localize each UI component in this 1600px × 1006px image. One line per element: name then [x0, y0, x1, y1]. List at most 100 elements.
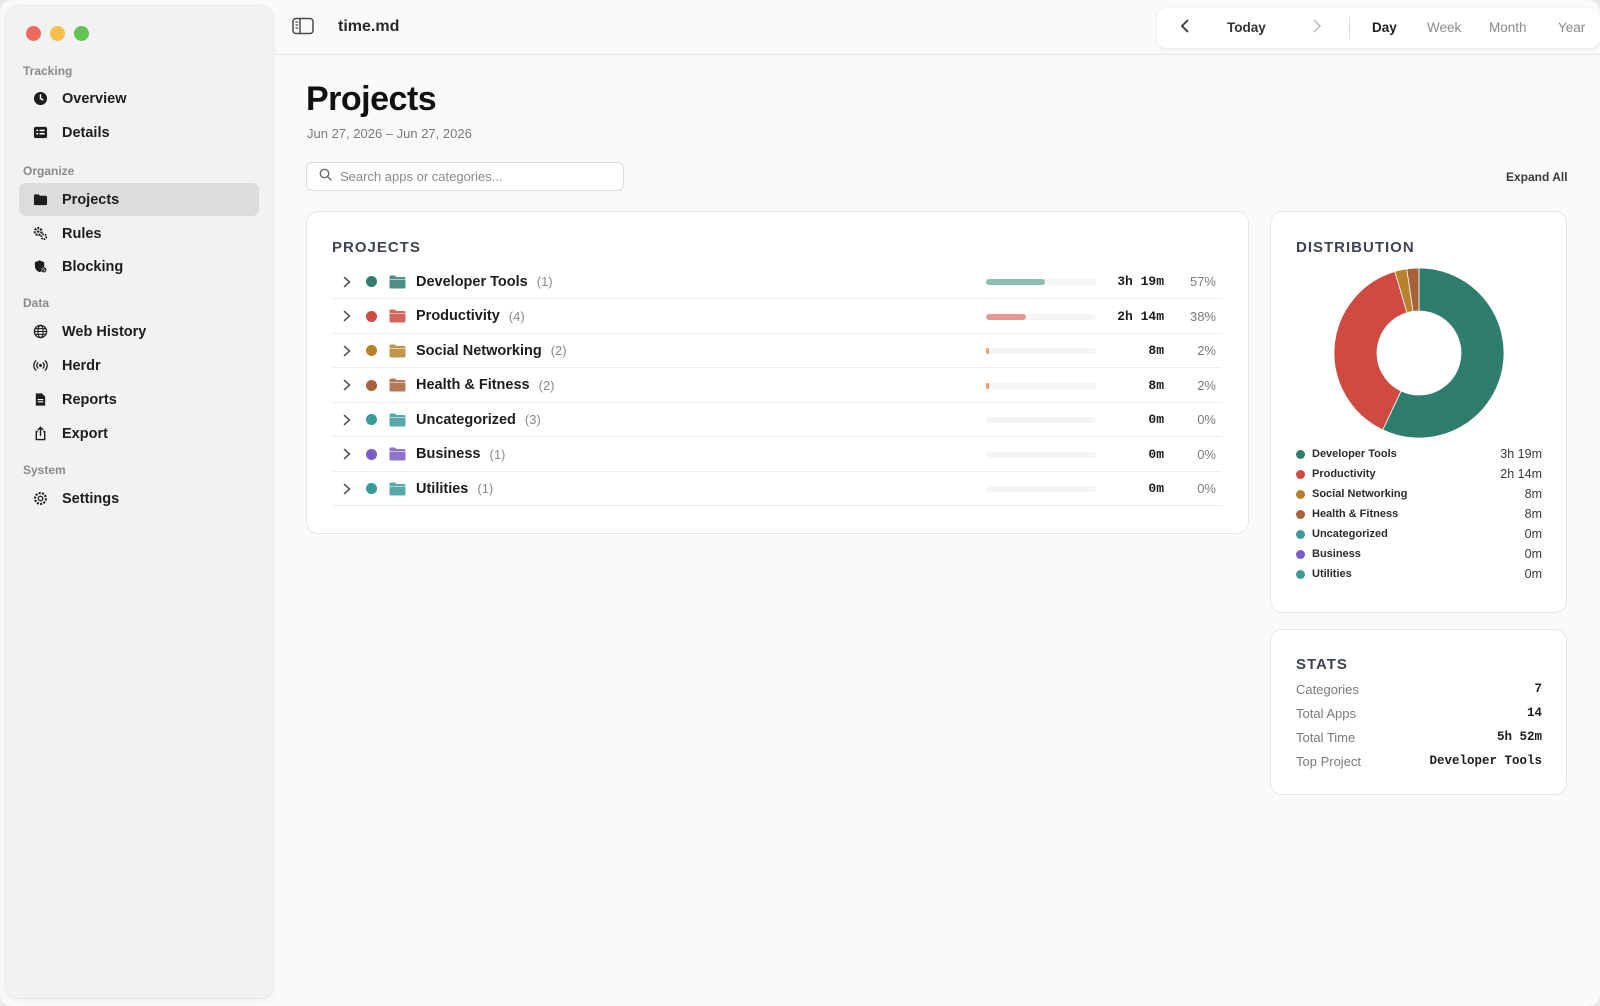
project-duration: 0m	[1148, 446, 1164, 462]
project-color-dot	[366, 379, 377, 391]
section-label-tracking: Tracking	[23, 64, 73, 78]
project-row[interactable]: Social Networking (2) 8m 2%	[332, 334, 1222, 368]
sidebar-item-overview[interactable]: Overview	[19, 82, 259, 115]
distribution-card: DISTRIBUTION Developer Tools 3h 19m Produc…	[1270, 211, 1567, 613]
period-selector: Today Day Week Month Year	[1157, 8, 1600, 48]
sidebar-item-settings[interactable]: Settings	[19, 482, 259, 515]
sidebar-item-projects[interactable]: Projects	[19, 183, 259, 216]
chevron-right-icon[interactable]	[338, 448, 356, 460]
chevron-right-icon[interactable]	[338, 414, 356, 426]
sidebar-item-label: Rules	[62, 225, 102, 242]
project-percent: 38%	[1189, 308, 1216, 324]
legend-label: Social Networking	[1312, 488, 1408, 500]
sidebar-item-reports[interactable]: Reports	[19, 383, 259, 416]
minimize-window-button[interactable]	[50, 26, 65, 41]
legend-label: Productivity	[1312, 468, 1376, 480]
sidebar-item-label: Herdr	[62, 357, 101, 374]
stat-row-top-project: Top Project Developer Tools	[1296, 754, 1542, 774]
project-share-bar-fill	[986, 279, 1045, 285]
chevron-right-icon[interactable]	[338, 276, 356, 288]
sidebar-toggle-button[interactable]	[288, 16, 318, 40]
chevron-right-icon[interactable]	[338, 483, 356, 495]
project-percent: 57%	[1189, 274, 1216, 289]
next-period-button[interactable]	[1307, 18, 1327, 38]
project-duration: 8m	[1148, 343, 1164, 358]
project-name: Productivity	[416, 308, 500, 324]
project-duration: 0m	[1148, 412, 1164, 427]
sidebar-item-herdr[interactable]: Herdr	[19, 349, 259, 382]
project-share-bar-fill	[986, 382, 989, 389]
legend-value: 3h 19m	[1500, 447, 1542, 461]
previous-period-button[interactable]	[1175, 18, 1195, 38]
chevron-left-icon	[1180, 19, 1190, 38]
section-label-data: Data	[23, 296, 50, 310]
close-window-button[interactable]	[26, 26, 41, 41]
sidebar-item-label: Blocking	[62, 258, 124, 275]
project-row[interactable]: Uncategorized (3) 0m 0%	[332, 403, 1222, 437]
project-share-bar	[986, 451, 1096, 458]
legend-color-dot	[1296, 489, 1305, 499]
segment-day[interactable]: Day	[1372, 20, 1397, 35]
segment-year[interactable]: Year	[1558, 20, 1585, 35]
project-color-dot	[366, 448, 377, 460]
project-percent: 0%	[1197, 412, 1216, 427]
stat-row-total-apps: Total Apps 14	[1296, 706, 1542, 726]
project-row[interactable]: Health & Fitness (2) 8m 2%	[332, 369, 1222, 403]
share-icon	[31, 425, 49, 443]
sidebar-item-label: Web History	[62, 323, 147, 340]
search-icon	[319, 168, 332, 186]
legend-value: 0m	[1524, 547, 1542, 561]
legend-label: Business	[1312, 548, 1361, 560]
chevron-right-icon[interactable]	[338, 345, 356, 357]
legend-label: Utilities	[1312, 568, 1352, 580]
legend-item: Business 0m	[1296, 544, 1542, 564]
project-row[interactable]: Developer Tools (1) 3h 19m 57%	[332, 265, 1222, 299]
period-divider	[1349, 17, 1350, 39]
stats-card: STATS Categories 7 Total Apps 14 Total T…	[1270, 629, 1567, 795]
project-duration: 0m	[1148, 481, 1164, 496]
sidebar-item-web-history[interactable]: Web History	[19, 315, 259, 348]
section-label-system: System	[23, 463, 66, 477]
search-input[interactable]	[340, 169, 620, 184]
search-field[interactable]	[306, 162, 624, 191]
project-share-bar	[986, 486, 1096, 492]
project-color-dot	[366, 310, 377, 322]
legend-item: Productivity 2h 14m	[1296, 464, 1542, 484]
project-name: Developer Tools	[416, 273, 528, 290]
chevron-right-icon[interactable]	[338, 379, 356, 391]
sidebar-item-details[interactable]: Details	[19, 116, 259, 149]
legend-color-dot	[1296, 469, 1305, 479]
stat-label: Total Time	[1296, 730, 1356, 745]
project-row[interactable]: Utilities (1) 0m 0%	[332, 472, 1222, 506]
legend-color-dot	[1296, 569, 1305, 579]
sidebar-item-blocking[interactable]: Blocking	[19, 250, 259, 283]
segment-week[interactable]: Week	[1427, 20, 1461, 35]
segment-month[interactable]: Month	[1489, 20, 1527, 35]
sidebar-item-label: Projects	[62, 191, 120, 208]
project-row[interactable]: Business (1) 0m 0%	[332, 438, 1222, 472]
document-icon	[31, 391, 49, 409]
list-icon	[31, 124, 49, 142]
window-controls	[26, 26, 89, 41]
document-title: time.md	[338, 18, 400, 35]
page-title: Projects	[306, 80, 437, 118]
legend-value: 8m	[1524, 507, 1542, 521]
zoom-window-button[interactable]	[74, 26, 89, 41]
project-name: Business	[416, 446, 481, 462]
gears-icon	[31, 225, 49, 243]
project-share-bar	[986, 313, 1096, 320]
legend-label: Uncategorized	[1312, 528, 1388, 540]
project-row[interactable]: Productivity (4) 2h 14m 38%	[332, 300, 1222, 334]
today-button[interactable]: Today	[1227, 20, 1266, 35]
project-app-count: (3)	[524, 412, 541, 427]
sidebar-item-rules[interactable]: Rules	[19, 217, 259, 250]
project-app-count: (2)	[550, 343, 567, 358]
legend-value: 0m	[1524, 567, 1542, 581]
sidebar-item-export[interactable]: Export	[19, 417, 259, 450]
project-app-count: (4)	[508, 308, 525, 324]
stats-card-title: STATS	[1296, 656, 1348, 673]
project-share-bar-fill	[986, 313, 1026, 320]
expand-all-button[interactable]: Expand All	[1506, 170, 1568, 184]
legend-item: Uncategorized 0m	[1296, 524, 1542, 544]
chevron-right-icon[interactable]	[338, 310, 356, 322]
